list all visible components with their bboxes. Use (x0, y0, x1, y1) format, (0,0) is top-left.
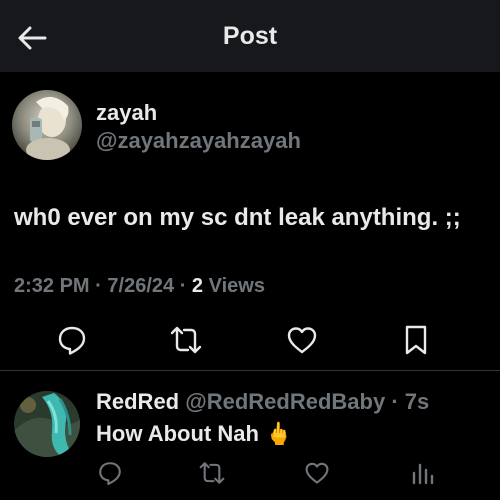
reply-post[interactable]: RedRed @RedRedRedBaby · 7s How About Nah… (0, 371, 500, 500)
reply-views-button[interactable] (402, 453, 442, 493)
bookmark-button[interactable] (394, 318, 438, 362)
author-avatar[interactable] (12, 90, 82, 160)
views-count[interactable]: 2 (192, 275, 203, 297)
meta-separator: · (179, 275, 187, 297)
reply-separator: · (391, 389, 399, 414)
repost-icon (199, 462, 225, 484)
meta-separator: · (95, 275, 102, 297)
bar-chart-icon (412, 463, 434, 485)
top-bar: Post (0, 0, 500, 72)
reply-like-button[interactable] (297, 453, 337, 493)
reply-button[interactable] (50, 318, 94, 362)
post-actions (0, 318, 500, 362)
views-label[interactable]: Views (209, 275, 265, 297)
reply-author-avatar[interactable] (14, 391, 80, 457)
like-button[interactable] (280, 318, 324, 362)
repost-icon (170, 326, 202, 354)
author-handle[interactable]: @zayahzayahzayah (96, 128, 301, 154)
comment-icon (99, 462, 121, 486)
post-meta: 2:32 PM · 7/26/24 · 2 Views (14, 275, 265, 298)
reply-reply-button[interactable] (90, 453, 130, 493)
avatar-image (12, 90, 82, 160)
reply-header: RedRed @RedRedRedBaby · 7s (96, 389, 429, 415)
post-text: wh0 ever on my sc dnt leak anything. ;; (14, 204, 461, 231)
author-name[interactable]: zayah (96, 100, 157, 126)
bookmark-icon (405, 325, 427, 355)
reply-actions (0, 453, 500, 493)
reply-repost-button[interactable] (192, 453, 232, 493)
heart-icon (305, 462, 329, 484)
reply-text: How About Nah 🖕 (96, 421, 292, 447)
reply-author-name[interactable]: RedRed (96, 389, 179, 414)
avatar-image (14, 391, 80, 457)
heart-icon (287, 327, 317, 354)
post-date[interactable]: 7/26/24 (107, 275, 174, 297)
middle-finger-emoji: 🖕 (265, 421, 293, 446)
reply-text-body: How About Nah (96, 421, 259, 446)
page-title: Post (222, 22, 278, 50)
reply-time[interactable]: 7s (405, 389, 429, 414)
post-time[interactable]: 2:32 PM (14, 275, 90, 297)
comment-icon (58, 326, 86, 355)
reply-author-handle[interactable]: @RedRedRedBaby (185, 389, 385, 414)
repost-button[interactable] (164, 318, 208, 362)
